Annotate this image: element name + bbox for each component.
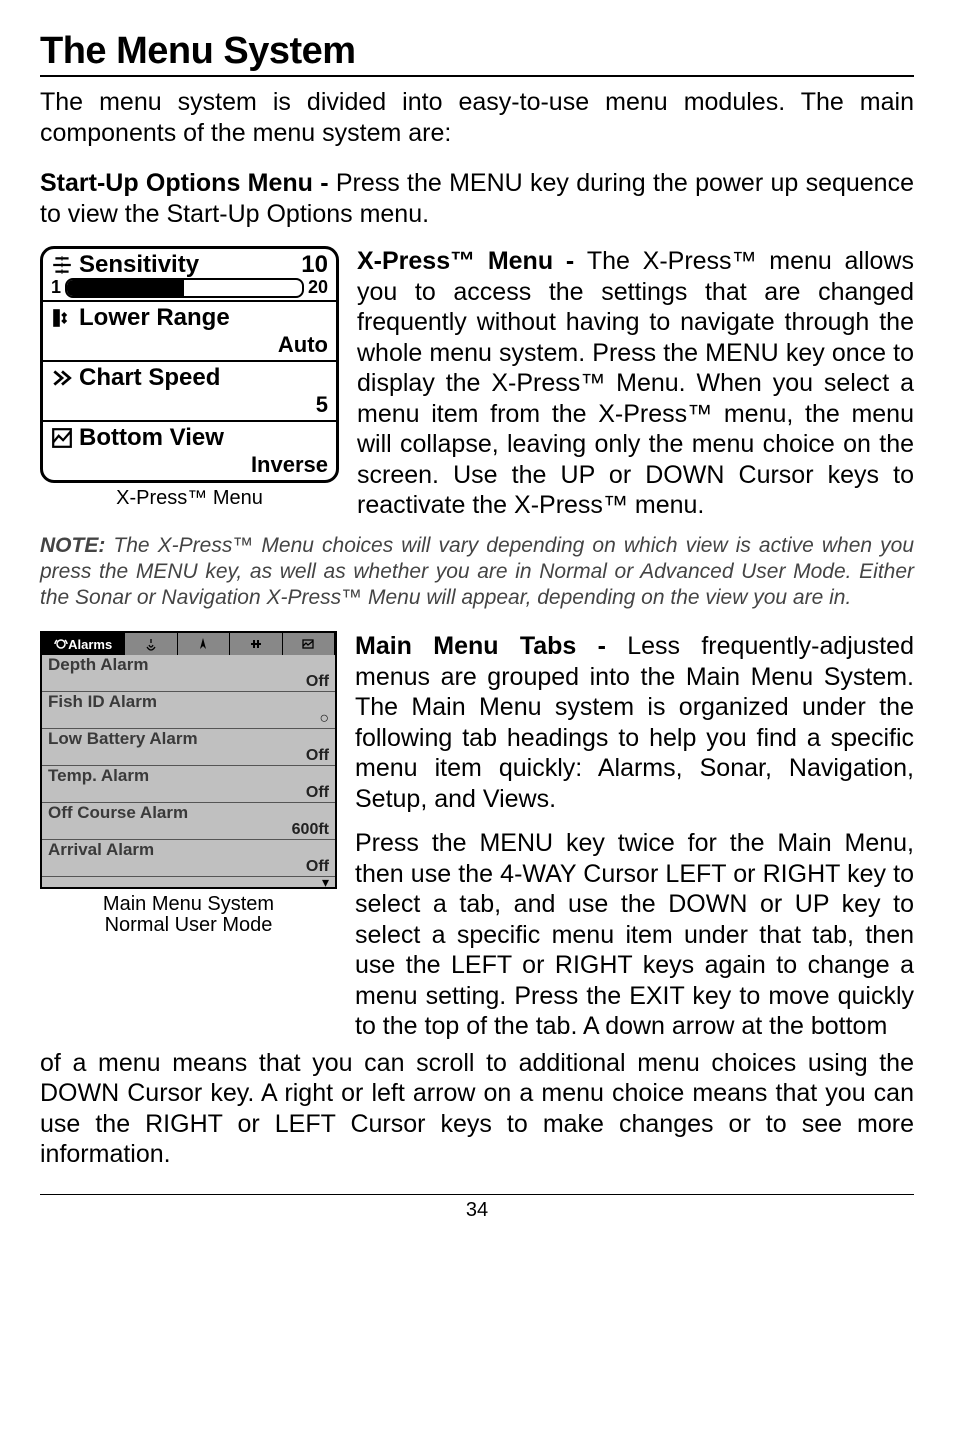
tab-setup — [230, 633, 282, 655]
xpress-item-bottom-view: Bottom View Inverse — [43, 422, 336, 480]
mm-fishid-label: Fish ID Alarm — [48, 692, 329, 712]
footer-rule — [40, 1194, 914, 1195]
mm-lowbat-value: Off — [48, 747, 329, 765]
sensitivity-icon — [51, 255, 73, 275]
xpress-caption: X-Press™ Menu — [40, 487, 339, 510]
mm-item-lowbat: Low Battery Alarm Off — [42, 729, 335, 766]
note-text: The X-Press™ Menu choices will vary depe… — [40, 534, 914, 610]
mainmenu-caption2: Normal User Mode — [40, 914, 337, 937]
sensitivity-min: 1 — [51, 277, 61, 298]
chart-speed-value: 5 — [316, 392, 328, 418]
setup-icon — [249, 637, 263, 651]
mm-depth-value: Off — [48, 673, 329, 691]
mm-temp-label: Temp. Alarm — [48, 766, 329, 786]
bottom-view-icon — [51, 428, 73, 448]
mm-item-depth: Depth Alarm Off — [42, 655, 335, 692]
mm-item-arrival: Arrival Alarm Off — [42, 840, 335, 877]
xpress-item-lower-range: Lower Range Auto — [43, 302, 336, 362]
bottom-view-label: Bottom View — [79, 424, 224, 452]
xpress-menu-figure: Sensitivity 10 1 20 Lower Range Auto — [40, 246, 339, 483]
tab-strip: Alarms — [42, 633, 335, 655]
mainmenu-para2: Press the MENU key twice for the Main Me… — [355, 828, 914, 1042]
startup-section: Start-Up Options Menu - Press the MENU k… — [40, 168, 914, 231]
xpress-item-chart-speed: Chart Speed 5 — [43, 362, 336, 422]
xpress-description: X-Press™ Menu - The X-Press™ menu allows… — [357, 246, 914, 521]
mm-arrival-value: Off — [48, 858, 329, 876]
mm-temp-value: Off — [48, 784, 329, 802]
mm-depth-label: Depth Alarm — [48, 655, 329, 675]
page-number: 34 — [40, 1199, 914, 1222]
mainmenu-caption1: Main Menu System — [40, 893, 337, 916]
page-title: The Menu System — [40, 30, 914, 73]
nav-icon — [196, 637, 210, 651]
lower-range-value: Auto — [278, 332, 328, 358]
startup-label: Start-Up Options Menu - — [40, 169, 336, 197]
mainmenu-para3: of a menu means that you can scroll to a… — [40, 1048, 914, 1170]
mm-item-temp: Temp. Alarm Off — [42, 766, 335, 803]
mm-lowbat-label: Low Battery Alarm — [48, 729, 329, 749]
sensitivity-value: 10 — [301, 251, 328, 279]
mm-arrival-label: Arrival Alarm — [48, 840, 329, 860]
note-label: NOTE: — [40, 534, 113, 557]
tab-navigation — [178, 633, 230, 655]
mm-item-fishid: Fish ID Alarm ○ — [42, 692, 335, 729]
tab-sonar — [125, 633, 177, 655]
main-menu-figure: Alarms Depth Alarm Off — [40, 631, 337, 889]
alarm-icon — [54, 637, 68, 651]
views-icon — [301, 637, 315, 651]
xpress-text: The X-Press™ menu allows you to access t… — [357, 247, 914, 519]
mm-item-offcourse: Off Course Alarm 600ft — [42, 803, 335, 840]
mm-fishid-value: ○ — [48, 710, 329, 728]
mainmenu-label: Main Menu Tabs - — [355, 632, 627, 660]
lower-range-icon — [51, 308, 73, 328]
intro-text: The menu system is divided into easy-to-… — [40, 87, 914, 150]
tab-views — [283, 633, 335, 655]
tab-alarms: Alarms — [42, 633, 125, 655]
bottom-view-value: Inverse — [251, 452, 328, 478]
tab-alarms-label: Alarms — [68, 637, 112, 652]
sonar-icon — [144, 637, 158, 651]
sensitivity-label: Sensitivity — [79, 251, 199, 279]
mm-offcourse-value: 600ft — [48, 821, 329, 839]
sensitivity-max: 20 — [308, 277, 328, 298]
mm-offcourse-label: Off Course Alarm — [48, 803, 329, 823]
title-rule — [40, 75, 914, 77]
mainmenu-para1: Main Menu Tabs - Less frequently-adjuste… — [355, 631, 914, 814]
lower-range-label: Lower Range — [79, 304, 230, 332]
chart-speed-label: Chart Speed — [79, 364, 220, 392]
xpress-item-sensitivity: Sensitivity 10 1 20 — [43, 249, 336, 302]
chart-speed-icon — [51, 368, 73, 388]
sensitivity-slider — [65, 278, 304, 298]
note-block: NOTE: The X-Press™ Menu choices will var… — [40, 533, 914, 612]
mm-scroll-indicator: ▾ — [42, 877, 335, 887]
xpress-label: X-Press™ Menu - — [357, 247, 587, 275]
